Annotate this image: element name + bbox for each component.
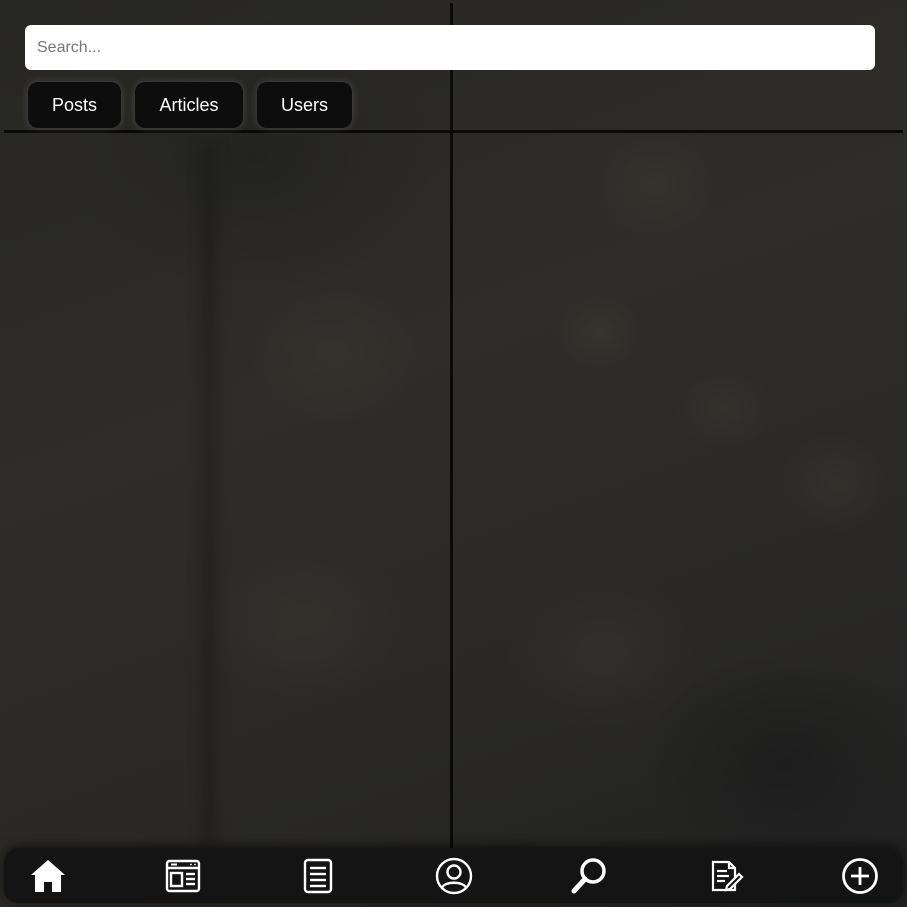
nav-add-button[interactable] <box>840 856 880 896</box>
panel-background-image <box>4 3 903 903</box>
tab-posts[interactable]: Posts <box>28 82 121 128</box>
background-window-frame-vertical <box>450 3 453 903</box>
background-window-frame-horizontal <box>4 130 903 133</box>
category-tabs: Posts Articles Users <box>28 82 352 128</box>
nav-search-button[interactable] <box>570 856 610 896</box>
user-icon <box>435 857 473 895</box>
home-icon <box>31 860 65 892</box>
bottom-navbar <box>4 848 903 903</box>
background-shadow-post <box>200 143 218 843</box>
search-icon <box>571 858 606 894</box>
main-panel <box>4 3 903 903</box>
nav-dashboard-button[interactable] <box>163 856 203 896</box>
search-input[interactable] <box>25 25 875 70</box>
nav-list-button[interactable] <box>298 856 338 896</box>
dashboard-icon <box>165 859 201 893</box>
nav-edit-button[interactable] <box>705 856 745 896</box>
tab-users[interactable]: Users <box>257 82 352 128</box>
nav-user-button[interactable] <box>434 856 474 896</box>
edit-document-icon <box>711 860 744 892</box>
tab-articles[interactable]: Articles <box>135 82 243 128</box>
list-icon <box>303 858 333 894</box>
add-circle-icon <box>842 858 878 894</box>
nav-home-button[interactable] <box>28 856 68 896</box>
